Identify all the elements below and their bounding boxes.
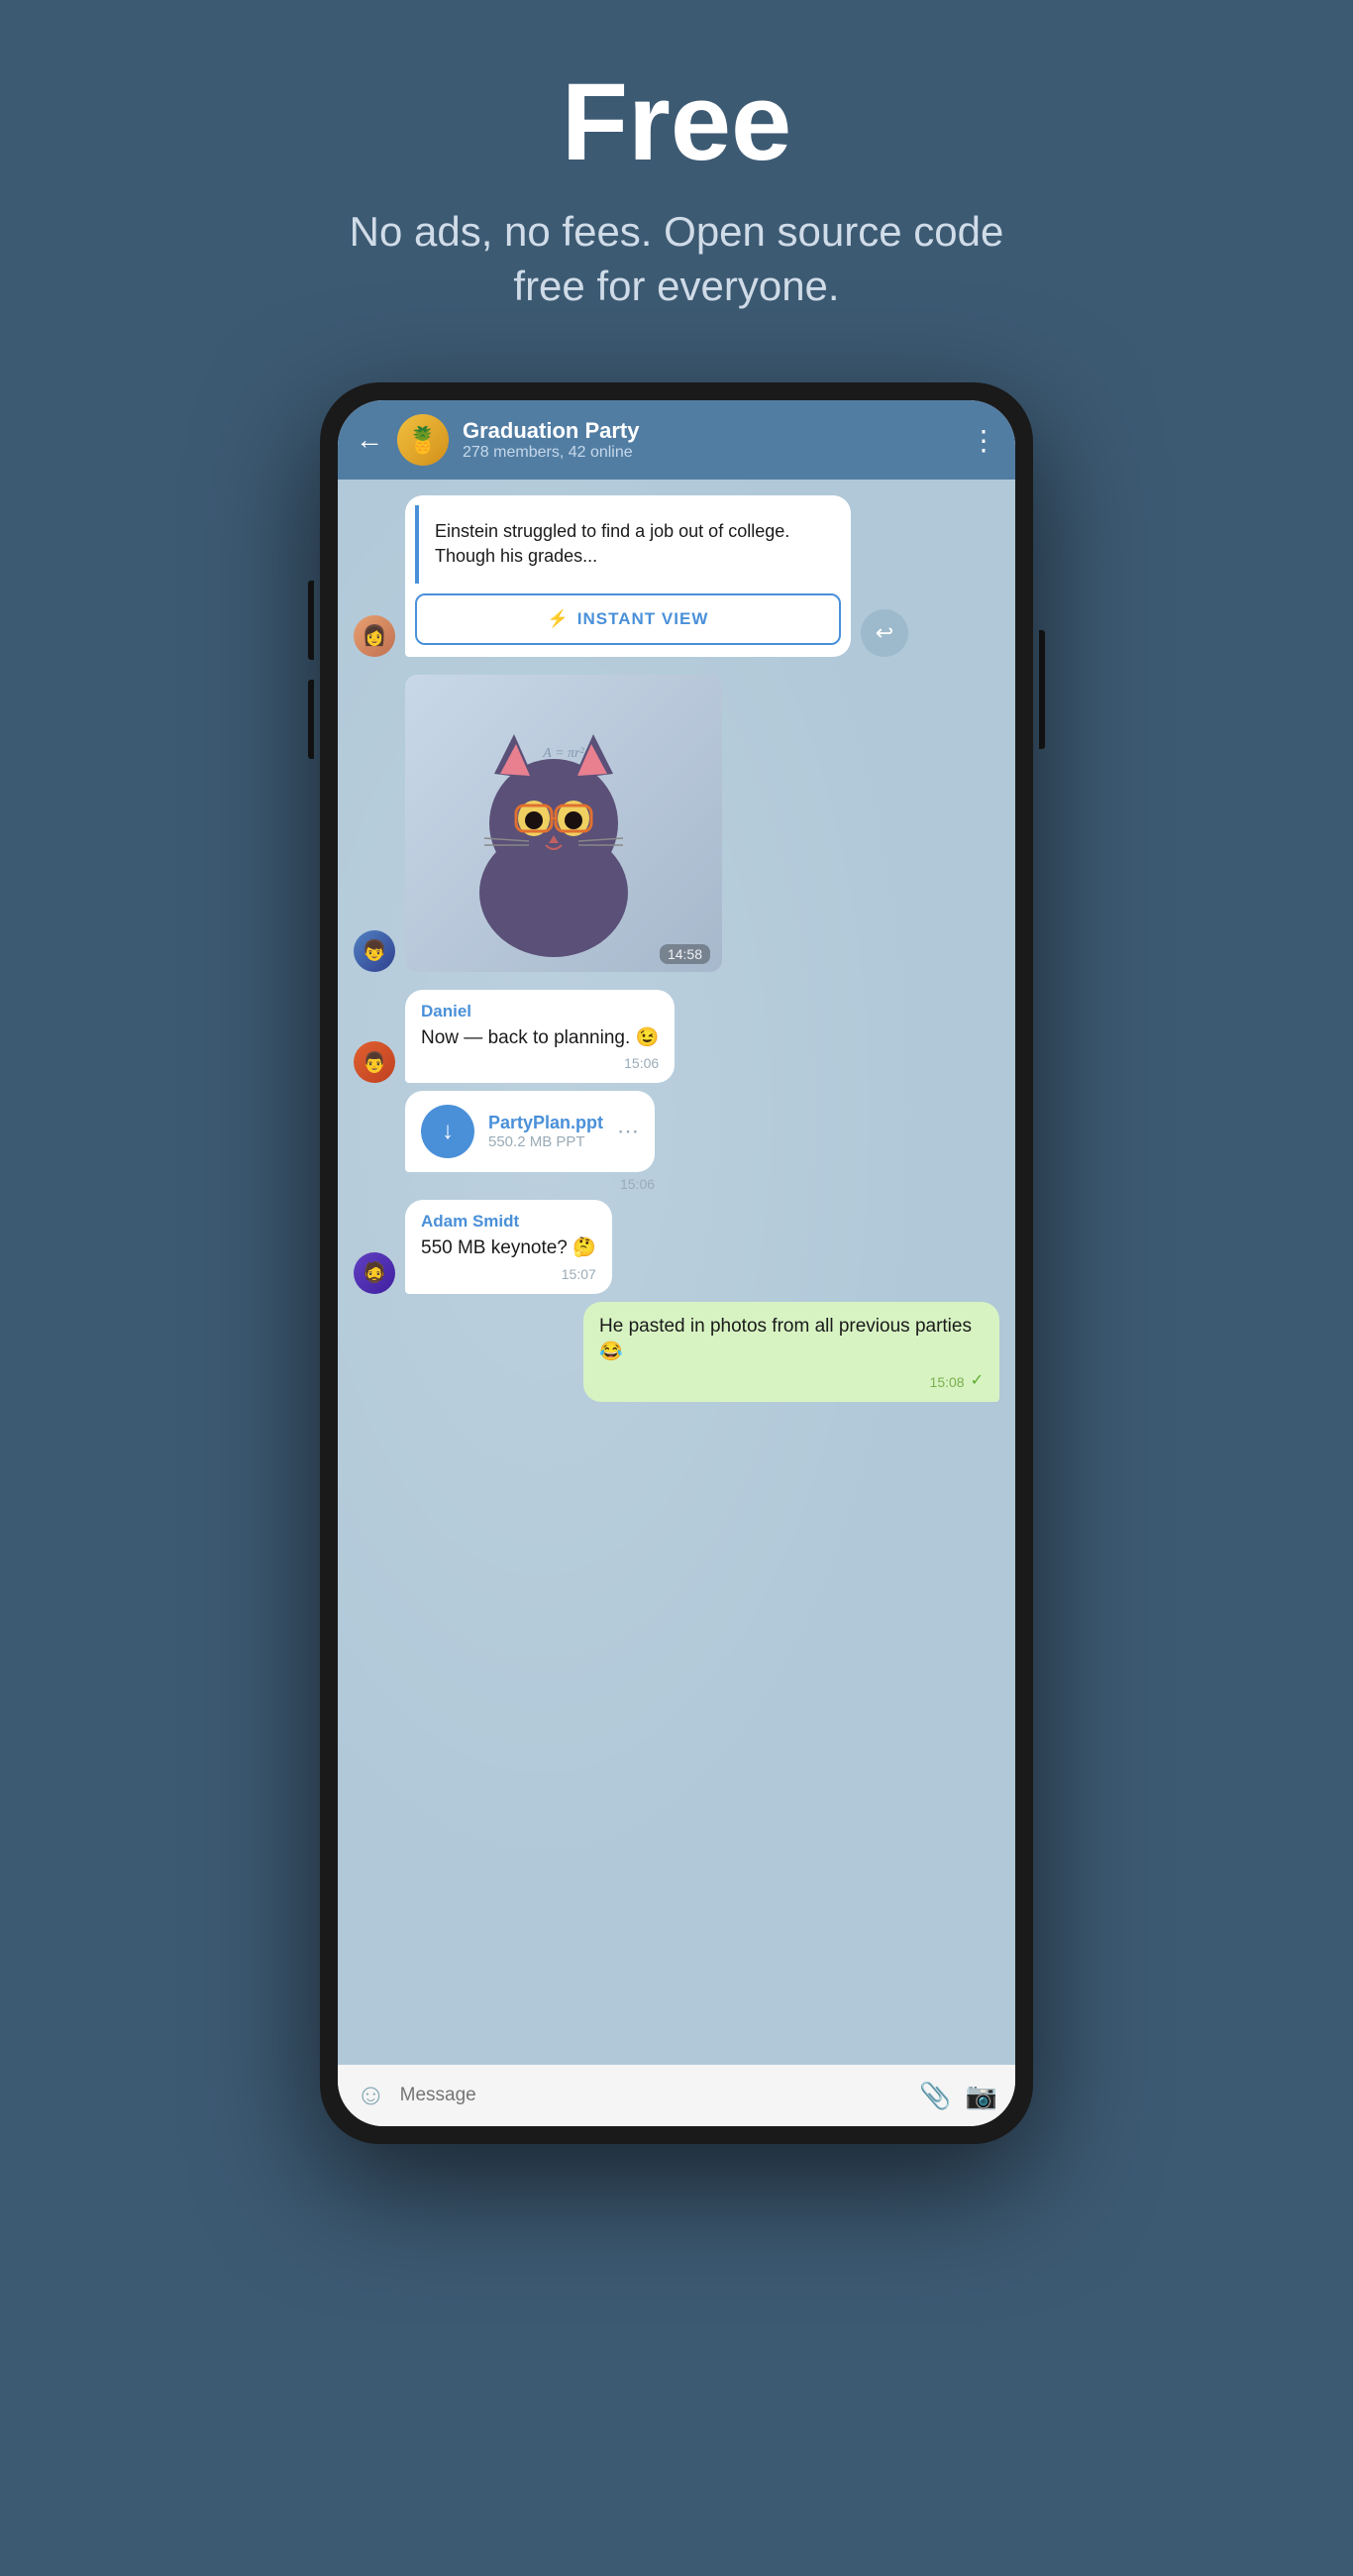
chat-info: Graduation Party 278 members, 42 online [463,418,956,462]
back-button[interactable]: ← [356,424,383,456]
group-avatar[interactable]: 🍍 [397,414,449,466]
sent-time-row: 15:08 ✓ [599,1370,984,1390]
avatar-user1: 👩 [354,615,395,657]
side-button-volume-down [308,680,314,759]
chat-body: 👩 Einstein struggled to find a job out o… [338,480,1015,2065]
message-article: 👩 Einstein struggled to find a job out o… [354,495,999,656]
sticker-image: A = πr²V = l³P = 2πrA = πr²s = √(r²+h²)A… [405,675,722,972]
message-file: ↓ PartyPlan.ppt 550.2 MB PPT ⋯ 15:06 [354,1091,999,1192]
file-name: PartyPlan.ppt [488,1113,603,1133]
time-daniel: 15:06 [421,1055,659,1071]
download-icon: ↓ [442,1118,454,1145]
hero-title: Free [562,59,791,185]
message-input[interactable] [400,2085,906,2106]
side-button-power [1039,630,1045,749]
file-download-button[interactable]: ↓ [421,1105,474,1158]
read-check-icon: ✓ [971,1370,984,1390]
avatar-adam-emoji: 🧔 [363,1260,387,1285]
message-sticker: 👦 A = πr²V = l³P = 2πrA = πr²s = √(r²+h²… [354,665,999,982]
article-preview-text: Einstein struggled to find a job out of … [415,505,841,583]
avatar-user1-emoji: 👩 [363,623,387,648]
group-avatar-emoji: 🍍 [407,425,439,456]
bubble-adam: Adam Smidt 550 MB keynote? 🤔 15:07 [405,1200,612,1294]
time-adam: 15:07 [421,1266,596,1282]
instant-view-label: INSTANT VIEW [577,609,709,629]
avatar-user2: 👦 [354,930,395,972]
message-sent: He pasted in photos from all previous pa… [354,1302,999,1402]
file-info: PartyPlan.ppt 550.2 MB PPT [488,1113,603,1150]
chat-header: ← 🍍 Graduation Party 278 members, 42 onl… [338,400,1015,480]
file-more-button[interactable]: ⋯ [617,1119,639,1144]
bubble-daniel: Daniel Now — back to planning. 😉 15:06 [405,990,675,1084]
avatar-adam: 🧔 [354,1252,395,1294]
text-adam: 550 MB keynote? 🤔 [421,1235,596,1262]
hero-subtitle: No ads, no fees. Open source code free f… [330,205,1023,313]
avatar-user2-emoji: 👦 [363,938,387,963]
attach-button[interactable]: 📎 [919,2081,951,2111]
share-button[interactable]: ↩ [861,609,908,657]
message-daniel: 👨 Daniel Now — back to planning. 😉 15:06 [354,990,999,1084]
lightning-icon: ⚡ [548,609,570,629]
camera-button[interactable]: 📷 [966,2081,997,2111]
avatar-daniel: 👨 [354,1041,395,1083]
text-sent: He pasted in photos from all previous pa… [599,1314,984,1366]
bubble-sent: He pasted in photos from all previous pa… [583,1302,999,1402]
chat-input-bar: ☺ 📎 📷 [338,2065,1015,2126]
cat-sticker-svg [455,724,653,962]
group-members-info: 278 members, 42 online [463,444,956,462]
group-name: Graduation Party [463,418,956,444]
avatar-daniel-emoji: 👨 [363,1050,387,1075]
side-button-volume-up [308,581,314,660]
time-sent: 15:08 [930,1374,965,1390]
phone-screen: ← 🍍 Graduation Party 278 members, 42 onl… [338,400,1015,2126]
more-options-button[interactable]: ⋮ [970,424,997,457]
file-time: 15:06 [405,1176,655,1192]
file-size: 550.2 MB PPT [488,1133,603,1150]
message-adam: 🧔 Adam Smidt 550 MB keynote? 🤔 15:07 [354,1200,999,1294]
sticker-time: 14:58 [660,944,710,964]
sender-adam: Adam Smidt [421,1212,596,1232]
phone-frame: ← 🍍 Graduation Party 278 members, 42 onl… [320,382,1033,2144]
instant-view-button[interactable]: ⚡ INSTANT VIEW [415,593,841,645]
share-icon: ↩ [876,620,893,646]
file-bubble: ↓ PartyPlan.ppt 550.2 MB PPT ⋯ [405,1091,655,1172]
article-bubble: Einstein struggled to find a job out of … [405,495,851,656]
sender-daniel: Daniel [421,1002,659,1021]
emoji-button[interactable]: ☺ [356,2079,386,2112]
text-daniel: Now — back to planning. 😉 [421,1025,659,1052]
